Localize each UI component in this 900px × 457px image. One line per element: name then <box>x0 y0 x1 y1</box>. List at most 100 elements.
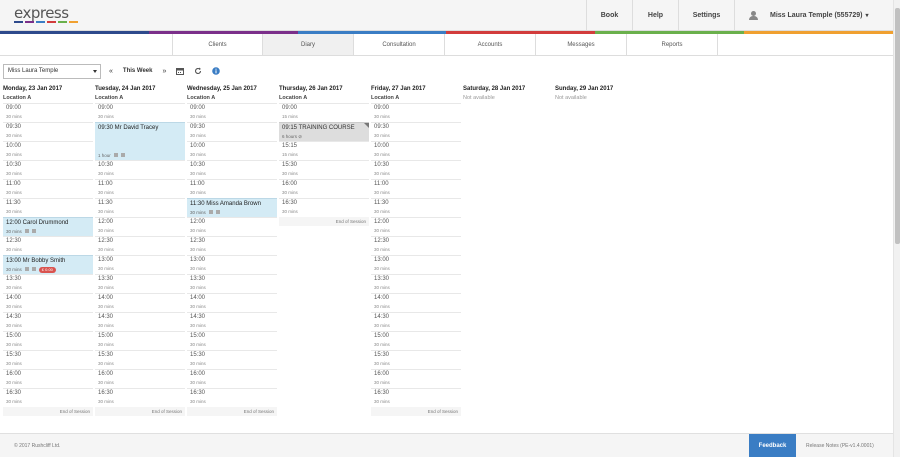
appointment-block[interactable]: 12:00 Carol Drummond 30 mins <box>3 217 93 236</box>
time-slot[interactable]: 10:00 30 mins <box>371 141 461 160</box>
tab-messages[interactable]: Messages <box>536 34 627 55</box>
time-slot[interactable]: 13:30 30 mins <box>187 274 277 293</box>
appointment-title: 12:00 Carol Drummond <box>6 220 69 226</box>
time-slot[interactable]: 09:00 30 mins <box>95 103 185 122</box>
time-slot[interactable]: 14:00 30 mins <box>95 293 185 312</box>
time-slot[interactable]: 13:30 30 mins <box>3 274 93 293</box>
time-slot[interactable]: 14:00 30 mins <box>187 293 277 312</box>
time-slot[interactable]: 15:00 30 mins <box>95 331 185 350</box>
tab-accounts[interactable]: Accounts <box>445 34 536 55</box>
appointment-title: 13:00 Mr Bobby Smith <box>6 258 66 264</box>
time-slot[interactable]: 15:00 30 mins <box>187 331 277 350</box>
time-slot[interactable]: 15:30 30 mins <box>3 350 93 369</box>
time-slot[interactable]: 16:00 30 mins <box>279 179 369 198</box>
time-slot[interactable]: 11:00 30 mins <box>187 179 277 198</box>
settings-button[interactable]: Settings <box>678 0 734 31</box>
time-slot[interactable]: 15:30 30 mins <box>371 350 461 369</box>
time-slot[interactable]: 09:30 30 mins <box>3 122 93 141</box>
practitioner-select[interactable]: Miss Laura Temple <box>3 63 101 79</box>
time-slot[interactable]: 16:00 30 mins <box>187 369 277 388</box>
time-slot[interactable]: 09:00 30 mins <box>3 103 93 122</box>
slot-duration: 30 mins <box>6 361 22 366</box>
time-slot[interactable]: 11:30 30 mins <box>95 198 185 217</box>
time-slot[interactable]: 15:30 30 mins <box>95 350 185 369</box>
info-icon[interactable] <box>212 67 221 75</box>
appointment-block[interactable]: 13:00 Mr Bobby Smith 30 mins £ 0.00 <box>3 255 93 274</box>
time-slot[interactable]: 12:30 30 mins <box>187 236 277 255</box>
slot-duration: 30 mins <box>190 114 206 119</box>
time-slot[interactable]: 16:00 30 mins <box>3 369 93 388</box>
time-slot[interactable]: 16:30 30 mins <box>187 388 277 407</box>
time-slot[interactable]: 11:00 30 mins <box>371 179 461 198</box>
appointment-block[interactable]: 11:30 Miss Amanda Brown 30 mins <box>187 198 277 217</box>
help-button[interactable]: Help <box>632 0 678 31</box>
user-menu[interactable]: Miss Laura Temple (555729) ▾ <box>734 0 893 31</box>
feedback-button[interactable]: Feedback <box>749 434 796 457</box>
time-slot[interactable]: 12:00 30 mins <box>371 217 461 236</box>
time-slot[interactable]: 09:00 15 mins <box>279 103 369 122</box>
time-slot[interactable]: 12:00 30 mins <box>187 217 277 236</box>
time-slot[interactable]: 16:00 30 mins <box>371 369 461 388</box>
time-slot[interactable]: 10:00 30 mins <box>3 141 93 160</box>
tab-consultation[interactable]: Consultation <box>354 34 445 55</box>
time-slot[interactable]: 09:30 30 mins <box>371 122 461 141</box>
time-slot[interactable]: 15:15 15 mins <box>279 141 369 160</box>
tab-reports[interactable]: Reports <box>627 34 718 55</box>
express-logo[interactable]: express <box>14 4 69 22</box>
appointment-block[interactable]: 09:30 Mr David Tracey 1 hour <box>95 122 185 160</box>
training-course-block[interactable]: 09:15 TRAINING COURSE 6 hours ⊘ <box>279 122 369 141</box>
slot-time: 10:30 <box>190 162 206 168</box>
time-slot[interactable]: 14:00 30 mins <box>371 293 461 312</box>
slot-duration: 30 mins <box>190 152 206 157</box>
time-slot[interactable]: 10:30 30 mins <box>187 160 277 179</box>
time-slot[interactable]: 15:30 30 mins <box>279 160 369 179</box>
tab-clients[interactable]: Clients <box>172 34 263 55</box>
time-slot[interactable]: 14:30 30 mins <box>3 312 93 331</box>
slot-time: 16:00 <box>6 371 22 377</box>
scrollbar-thumb[interactable] <box>895 8 900 244</box>
this-week-button[interactable]: This Week <box>123 68 153 74</box>
calendar-icon[interactable] <box>176 67 185 75</box>
time-slot[interactable]: 13:00 30 mins <box>187 255 277 274</box>
time-slot[interactable]: 09:00 30 mins <box>187 103 277 122</box>
time-slot[interactable]: 13:30 30 mins <box>371 274 461 293</box>
time-slot[interactable]: 11:00 30 mins <box>3 179 93 198</box>
time-slot[interactable]: 16:00 30 mins <box>95 369 185 388</box>
book-button[interactable]: Book <box>586 0 632 31</box>
previous-week-button[interactable]: « <box>109 68 113 75</box>
time-slot[interactable]: 10:30 30 mins <box>3 160 93 179</box>
time-slot[interactable]: 16:30 30 mins <box>371 388 461 407</box>
time-slot[interactable]: 10:00 30 mins <box>187 141 277 160</box>
refresh-icon[interactable] <box>194 67 202 75</box>
time-slot[interactable]: 09:00 30 mins <box>371 103 461 122</box>
next-week-button[interactable]: » <box>162 68 166 75</box>
time-slot[interactable]: 12:30 30 mins <box>371 236 461 255</box>
time-slot[interactable]: 10:30 30 mins <box>371 160 461 179</box>
slot-time: 13:30 <box>6 276 22 282</box>
time-slot[interactable]: 10:30 30 mins <box>95 160 185 179</box>
time-slot[interactable]: 12:30 30 mins <box>3 236 93 255</box>
time-slot[interactable]: 11:00 30 mins <box>95 179 185 198</box>
time-slot[interactable]: 15:30 30 mins <box>187 350 277 369</box>
time-slot[interactable]: 13:30 30 mins <box>95 274 185 293</box>
time-slot[interactable]: 15:00 30 mins <box>371 331 461 350</box>
time-slot[interactable]: 11:30 30 mins <box>3 198 93 217</box>
time-slot[interactable]: 16:30 30 mins <box>95 388 185 407</box>
time-slot[interactable]: 12:00 30 mins <box>95 217 185 236</box>
time-slot[interactable]: 13:00 30 mins <box>371 255 461 274</box>
time-slot[interactable]: 16:30 30 mins <box>279 198 369 217</box>
time-slot[interactable]: 14:30 30 mins <box>187 312 277 331</box>
time-slot[interactable]: 14:30 30 mins <box>95 312 185 331</box>
release-notes-link[interactable]: Release Notes (PE-v1.4.0001) <box>806 443 874 449</box>
time-slot[interactable]: 13:00 30 mins <box>95 255 185 274</box>
tab-diary[interactable]: Diary <box>263 34 354 55</box>
time-slot[interactable]: 11:30 30 mins <box>371 198 461 217</box>
time-slot[interactable]: 12:30 30 mins <box>95 236 185 255</box>
time-slot[interactable]: 14:00 30 mins <box>3 293 93 312</box>
time-slot[interactable]: 16:30 30 mins <box>3 388 93 407</box>
time-slot[interactable]: 14:30 30 mins <box>371 312 461 331</box>
time-slot[interactable]: 15:00 30 mins <box>3 331 93 350</box>
notes-icon <box>208 210 213 215</box>
time-slot[interactable]: 09:30 30 mins <box>187 122 277 141</box>
page-scrollbar[interactable] <box>893 0 900 457</box>
